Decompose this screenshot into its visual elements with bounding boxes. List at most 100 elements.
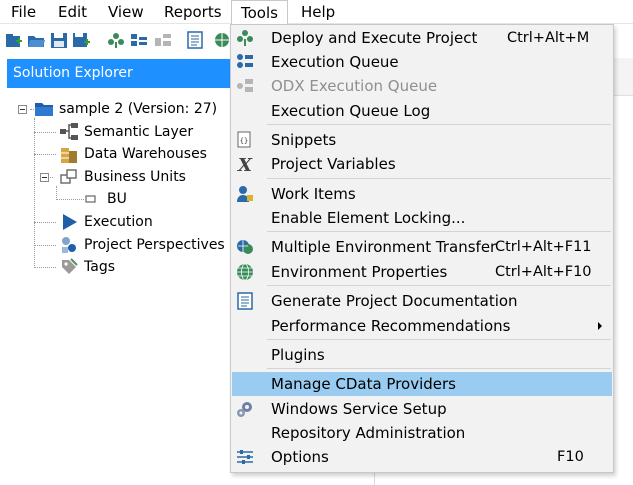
save-icon[interactable] (50, 30, 68, 50)
work-items-icon (237, 186, 253, 202)
data-warehouse-icon (61, 148, 77, 163)
menu-item-enable-element-locking[interactable]: Enable Element Locking... (232, 206, 612, 230)
semantic-layer-icon (60, 123, 78, 140)
globe-icon (237, 263, 253, 281)
options-icon (237, 450, 253, 464)
menu-separator (267, 231, 611, 232)
save-all-icon[interactable] (72, 30, 90, 50)
menu-item-label: Generate Project Documentation (271, 292, 518, 310)
tree-line (34, 154, 56, 155)
tree-item-tags[interactable]: Tags (84, 258, 115, 276)
menu-item-label: Multiple Environment Transfer (271, 238, 497, 256)
deploy-toolbar-icon[interactable] (107, 30, 125, 50)
document-icon (237, 292, 253, 310)
tree-line (34, 132, 56, 133)
menu-bar: File Edit View Reports Tools Help (0, 0, 633, 25)
menu-item-shortcut: Ctrl+Alt+F11 (495, 239, 592, 255)
execution-icon (63, 214, 77, 230)
menu-item-label: Plugins (271, 346, 325, 364)
tools-dropdown-menu: Deploy and Execute Project Ctrl+Alt+M Ex… (230, 24, 614, 473)
execution-queue-toolbar-icon[interactable] (130, 30, 148, 50)
menu-item-label: Project Variables (271, 155, 396, 173)
menu-item-execution-queue-log[interactable]: Execution Queue Log (232, 99, 612, 123)
menu-item-label: Repository Administration (271, 424, 466, 442)
menu-item-odx-execution-queue[interactable]: ODX Execution Queue (232, 74, 612, 98)
menu-reports[interactable]: Reports (155, 0, 231, 24)
snippets-icon: {} (237, 131, 251, 148)
menu-item-windows-service-setup[interactable]: Windows Service Setup (232, 397, 612, 421)
menu-separator (267, 368, 611, 369)
collapse-toggle[interactable] (40, 173, 49, 182)
tree-item-project-perspectives[interactable]: Project Perspectives (84, 236, 225, 254)
menu-item-label: Environment Properties (271, 263, 448, 281)
tree-line (56, 186, 57, 198)
menu-item-snippets[interactable]: {} Snippets (232, 128, 612, 152)
new-project-icon[interactable] (5, 30, 23, 50)
globe-toolbar-icon[interactable] (212, 30, 230, 50)
menu-item-options[interactable]: Options F10 (232, 445, 612, 469)
svg-text:X: X (237, 155, 253, 173)
menu-item-work-items[interactable]: Work Items (232, 182, 612, 206)
menu-item-label: Performance Recommendations (271, 317, 511, 335)
odx-queue-icon (237, 79, 253, 92)
tags-icon (62, 258, 78, 274)
menu-item-project-variables[interactable]: X Project Variables (232, 152, 612, 176)
tree-root-label[interactable]: sample 2 (Version: 27) (59, 100, 217, 118)
menu-item-deploy-execute[interactable]: Deploy and Execute Project Ctrl+Alt+M (232, 26, 612, 50)
menu-item-performance-recommendations[interactable]: Performance Recommendations (232, 314, 612, 338)
execution-queue-icon (237, 54, 253, 68)
menu-separator (267, 285, 611, 286)
tree-item-execution[interactable]: Execution (84, 213, 153, 231)
menu-item-multiple-environment-transfer[interactable]: Multiple Environment Transfer Ctrl+Alt+F… (232, 235, 612, 259)
menu-item-plugins[interactable]: Plugins (232, 343, 612, 367)
business-units-icon (60, 169, 77, 184)
tree-item-data-warehouses[interactable]: Data Warehouses (84, 145, 207, 163)
menu-item-environment-properties[interactable]: Environment Properties Ctrl+Alt+F10 (232, 260, 612, 284)
menu-item-manage-cdata-providers[interactable]: Manage CData Providers (232, 372, 612, 396)
menu-item-label: Execution Queue (271, 53, 399, 71)
menu-help[interactable]: Help (292, 0, 344, 24)
menu-tools[interactable]: Tools (231, 0, 288, 25)
menu-separator (267, 178, 611, 179)
odx-queue-toolbar-icon[interactable] (154, 30, 172, 50)
menu-item-repository-administration[interactable]: Repository Administration (232, 421, 612, 445)
transfer-icon (237, 240, 253, 254)
svg-text:{}: {} (240, 137, 248, 145)
menu-item-label: Execution Queue Log (271, 102, 431, 120)
deploy-icon (237, 30, 253, 46)
menu-item-label: Windows Service Setup (271, 400, 447, 418)
menu-item-label: Work Items (271, 185, 356, 203)
tree-line (34, 222, 56, 223)
menu-view[interactable]: View (99, 0, 153, 24)
business-unit-icon (85, 195, 96, 203)
gears-icon (237, 402, 252, 417)
tree-item-semantic-layer[interactable]: Semantic Layer (84, 123, 193, 141)
solution-explorer-header: Solution Explorer (7, 59, 245, 88)
menu-item-shortcut: F10 (557, 449, 584, 465)
documentation-toolbar-icon[interactable] (186, 30, 204, 50)
menu-item-label: ODX Execution Queue (271, 77, 438, 95)
menu-item-shortcut: Ctrl+Alt+M (507, 30, 590, 46)
project-perspectives-icon (62, 237, 76, 253)
menu-separator (267, 339, 611, 340)
menu-item-execution-queue[interactable]: Execution Queue (232, 50, 612, 74)
submenu-arrow-icon (598, 322, 602, 330)
tree-line (34, 245, 56, 246)
tree-line (34, 267, 56, 268)
collapse-toggle[interactable] (18, 105, 27, 114)
open-folder-icon[interactable] (27, 30, 45, 50)
variables-icon: X (237, 155, 253, 173)
menu-item-shortcut: Ctrl+Alt+F10 (495, 264, 592, 280)
tree-item-business-units[interactable]: Business Units (84, 168, 186, 186)
menu-edit[interactable]: Edit (49, 0, 96, 24)
tree-item-bu[interactable]: BU (107, 190, 127, 208)
project-folder-icon (35, 103, 53, 116)
menu-item-label: Enable Element Locking... (271, 209, 466, 227)
toolbar (0, 26, 240, 56)
solution-explorer-panel: sample 2 (Version: 27) Semantic Layer Da… (7, 88, 233, 485)
menu-item-label: Snippets (271, 131, 337, 149)
menu-separator (267, 124, 611, 125)
menu-file[interactable]: File (2, 0, 45, 24)
menu-item-label: Options (271, 448, 329, 466)
menu-item-generate-documentation[interactable]: Generate Project Documentation (232, 289, 612, 313)
